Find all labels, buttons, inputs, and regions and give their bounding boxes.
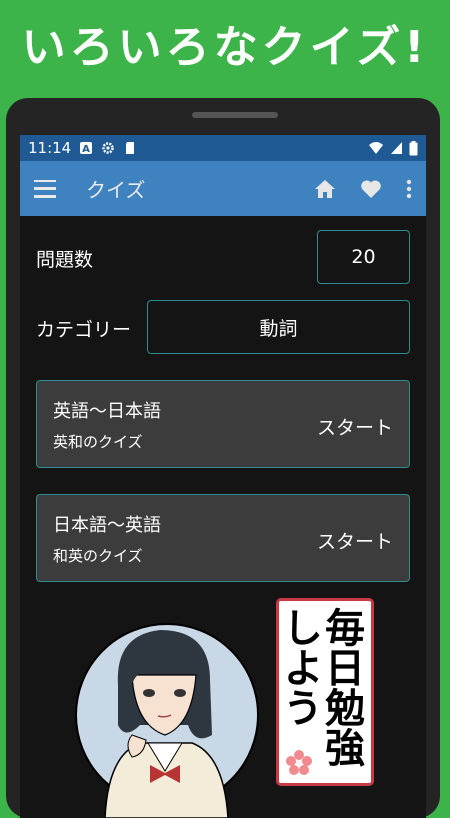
sign-text-1: 毎日勉強 <box>318 607 364 767</box>
status-time: 11:14 <box>28 139 72 157</box>
card-subtitle: 和英のクイズ <box>53 547 143 565</box>
question-count-label: 問題数 <box>36 249 94 271</box>
menu-icon[interactable] <box>34 179 56 198</box>
category-label: カテゴリー <box>36 319 132 341</box>
wifi-icon <box>369 142 383 154</box>
svg-text:A: A <box>82 144 90 155</box>
promo-title: いろいろなクイズ! <box>21 22 429 73</box>
gear-icon <box>102 142 114 154</box>
start-button[interactable]: スタート <box>317 527 393 554</box>
category-select[interactable]: 動詞 <box>147 300 410 354</box>
study-sign: 毎日勉強 しよう <box>276 598 374 786</box>
card-title: 日本語〜英語 <box>53 515 161 536</box>
sign-text-2: しよう <box>276 607 322 727</box>
start-button[interactable]: スタート <box>317 413 393 440</box>
signal-icon <box>391 142 402 154</box>
more-vert-icon[interactable] <box>406 179 412 199</box>
phone-speaker <box>192 112 278 118</box>
sakura-icon <box>286 750 312 775</box>
screen: 11:14 A クイズ 問題数 20 カテゴリー 動詞 英語〜日本語 英和のクイ… <box>20 135 426 818</box>
card-title: 英語〜日本語 <box>53 401 161 422</box>
home-icon[interactable] <box>314 179 336 199</box>
card-subtitle: 英和のクイズ <box>53 433 143 451</box>
app-bar: クイズ <box>20 161 426 216</box>
a-icon: A <box>80 142 93 155</box>
sd-card-icon <box>126 142 135 154</box>
battery-icon <box>409 140 418 155</box>
heart-icon[interactable] <box>360 179 382 199</box>
status-bar: 11:14 A <box>20 135 426 161</box>
question-count-field[interactable]: 20 <box>317 230 410 284</box>
page-title: クイズ <box>86 178 146 202</box>
quiz-card-ja-en[interactable]: 日本語〜英語 和英のクイズ スタート <box>36 494 410 582</box>
phone-frame: 11:14 A クイズ 問題数 20 カテゴリー 動詞 英語〜日本語 英和のクイ… <box>6 98 440 818</box>
quiz-card-en-ja[interactable]: 英語〜日本語 英和のクイズ スタート <box>36 380 410 468</box>
